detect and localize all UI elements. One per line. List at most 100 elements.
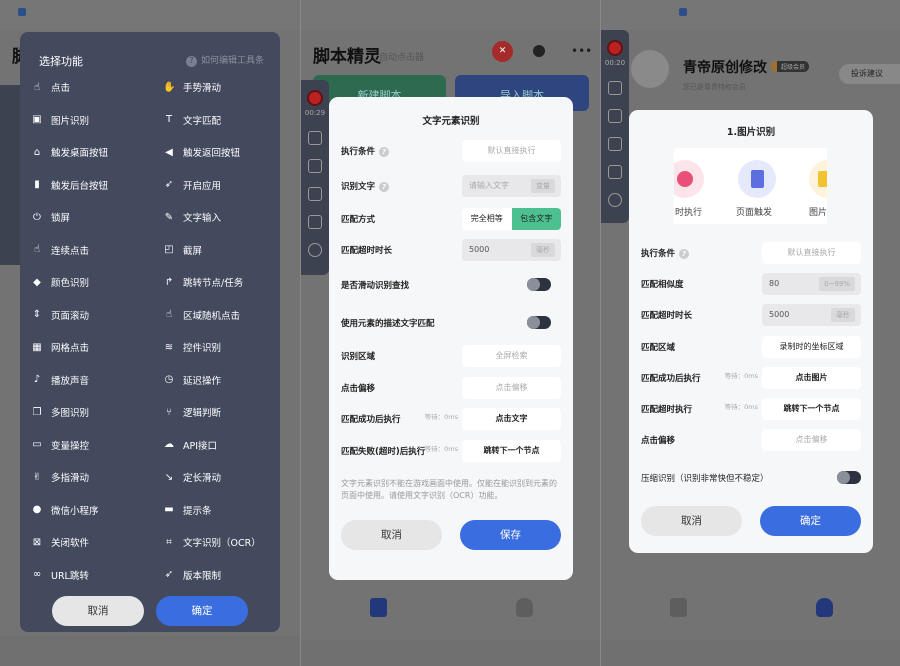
more-icon[interactable] (308, 243, 322, 257)
cancel-button[interactable]: 取消 (341, 520, 442, 550)
function-item-label: 微信小程序 (51, 505, 99, 517)
scripts-tab-icon[interactable] (370, 598, 387, 617)
function-item[interactable]: ⊠ 关闭软件 (31, 535, 89, 550)
cancel-button[interactable]: 取消 (52, 596, 144, 626)
layers-icon[interactable] (608, 165, 622, 179)
success-action-field[interactable]: 点击图片 (762, 367, 861, 389)
help-icon[interactable]: ? (379, 146, 390, 157)
trigger-timed[interactable]: 时执行 (675, 205, 702, 218)
floating-toolbar[interactable]: 00:29 (301, 80, 329, 275)
text-input[interactable]: 请输入文字 变量 (462, 175, 561, 197)
floating-toolbar[interactable]: 00:20 (601, 30, 629, 223)
text-input-icon[interactable] (608, 137, 622, 151)
function-item[interactable]: ☁ API接口 (163, 438, 217, 452)
function-item[interactable]: ♪ 播放声音 (31, 373, 89, 387)
function-item[interactable]: T 文字匹配 (163, 113, 221, 127)
shield-icon[interactable] (533, 45, 545, 57)
similarity-input[interactable]: 80 0~99% (762, 273, 861, 295)
function-item[interactable]: ◷ 延迟操作 (163, 373, 221, 387)
value: 80 (769, 279, 780, 288)
function-item[interactable]: ❐ 多图识别 (31, 405, 90, 420)
condition-field[interactable]: 默认直接执行 (462, 140, 561, 162)
function-item[interactable]: ☝ 区域随机点击 (163, 308, 240, 322)
text-input-icon[interactable] (308, 187, 322, 201)
more-icon[interactable]: ••• (571, 44, 592, 58)
function-item[interactable]: ∞ URL跳转 (31, 568, 89, 582)
record-icon[interactable] (607, 40, 623, 56)
confirm-button[interactable]: 确定 (760, 506, 861, 536)
app-icon (679, 8, 687, 16)
trigger-page[interactable]: 页面触发 (736, 205, 772, 218)
label: 匹配区域 (641, 343, 676, 353)
function-item[interactable]: ▬ 提示条 (163, 503, 211, 517)
function-item[interactable]: ▦ 网格点击 (31, 340, 89, 355)
trigger-carousel[interactable]: 时执行 页面触发 图片 (674, 148, 827, 224)
function-item[interactable]: ✌ 多指滑动 (31, 470, 89, 485)
function-item[interactable]: ⌗ 文字识别（OCR） (163, 535, 261, 550)
offset-field[interactable]: 点击偏移 (462, 377, 561, 399)
text-icon[interactable] (608, 109, 622, 123)
function-item[interactable]: ➶ 开启应用 (163, 178, 221, 192)
compress-toggle[interactable] (837, 471, 861, 484)
close-icon[interactable]: ✕ (492, 41, 513, 62)
function-item[interactable]: ⌂ 触发桌面按钮 (31, 145, 108, 160)
fail-action-field[interactable]: 跳转下一个节点 (762, 398, 861, 420)
function-item[interactable]: ➶ 版本限制 (163, 568, 221, 582)
help-link[interactable]: ? 如何编辑工具条 (185, 53, 264, 67)
function-item[interactable]: ▭ 变量操控 (31, 438, 89, 452)
function-item[interactable]: ↘ 定长滑动 (163, 470, 221, 485)
variable-button[interactable]: 变量 (531, 179, 555, 193)
row-condition: 执行条件? 默认直接执行 (341, 140, 561, 162)
more-icon[interactable] (608, 193, 622, 207)
avatar[interactable] (631, 50, 669, 88)
timeout-input[interactable]: 5000 毫秒 (762, 304, 861, 326)
image-scan-icon[interactable] (608, 81, 622, 95)
function-item-label: 图片识别 (51, 115, 90, 127)
function-item-label: API接口 (183, 440, 218, 452)
function-item[interactable]: ⏻ 锁屏 (31, 210, 70, 225)
cloud-icon: ☁ (164, 439, 174, 450)
profile-tab-icon[interactable] (816, 598, 833, 617)
function-item-label: 跳转节点/任务 (183, 278, 244, 289)
area-field[interactable]: 录制时的坐标区域 (762, 336, 861, 358)
scripts-tab-icon[interactable] (670, 598, 687, 617)
help-icon[interactable]: ? (679, 248, 690, 259)
function-item[interactable]: ≋ 控件识别 (163, 340, 221, 355)
layers-icon[interactable] (308, 215, 322, 229)
fail-action-field[interactable]: 跳转下一个节点 (462, 440, 561, 462)
offset-field[interactable]: 点击偏移 (762, 429, 861, 451)
function-item-label: 多图识别 (51, 408, 90, 419)
function-item[interactable]: ✎ 文字输入 (163, 210, 221, 225)
timeout-input[interactable]: 5000 毫秒 (462, 239, 561, 261)
option-contains[interactable]: 包含文字 (511, 208, 561, 230)
success-action-field[interactable]: 点击文字 (462, 408, 561, 430)
feedback-button[interactable]: 投诉建议 (839, 64, 900, 84)
image-scan-icon[interactable] (308, 131, 322, 145)
desc-toggle[interactable] (527, 316, 551, 329)
function-item[interactable]: ☝ 点击 (31, 80, 70, 95)
condition-field[interactable]: 默认直接执行 (762, 242, 861, 264)
function-item[interactable]: ↱ 跳转节点/任务 (163, 275, 244, 290)
function-item[interactable]: ◆ 颜色识别 (31, 275, 89, 290)
record-icon[interactable] (307, 90, 323, 106)
option-exact[interactable]: 完全相等 (462, 208, 512, 230)
save-button[interactable]: 保存 (460, 520, 561, 550)
function-item[interactable]: ◰ 截屏 (163, 243, 202, 257)
scroll-toggle[interactable] (527, 278, 551, 291)
cancel-button[interactable]: 取消 (641, 506, 742, 536)
function-item[interactable]: ▣ 图片识别 (31, 113, 89, 127)
function-item[interactable]: ▮ 触发后台按钮 (31, 178, 108, 192)
function-item-label: 逻辑判断 (183, 408, 222, 419)
text-icon[interactable] (308, 159, 322, 173)
confirm-button[interactable]: 确定 (156, 596, 248, 626)
function-item[interactable]: ● 微信小程序 (31, 503, 99, 517)
function-item[interactable]: ⑂ 逻辑判断 (163, 405, 222, 420)
area-field[interactable]: 全屏检索 (462, 345, 561, 367)
help-icon[interactable]: ? (379, 181, 390, 192)
trigger-image[interactable]: 图片 (809, 205, 827, 218)
function-item[interactable]: ◀ 触发返回按钮 (163, 145, 240, 160)
function-item[interactable]: ☝ 连续点击 (31, 243, 89, 257)
function-item[interactable]: ✋ 手势滑动 (163, 80, 221, 95)
function-item[interactable]: ⇕ 页面滚动 (31, 308, 89, 322)
profile-tab-icon[interactable] (516, 598, 533, 617)
